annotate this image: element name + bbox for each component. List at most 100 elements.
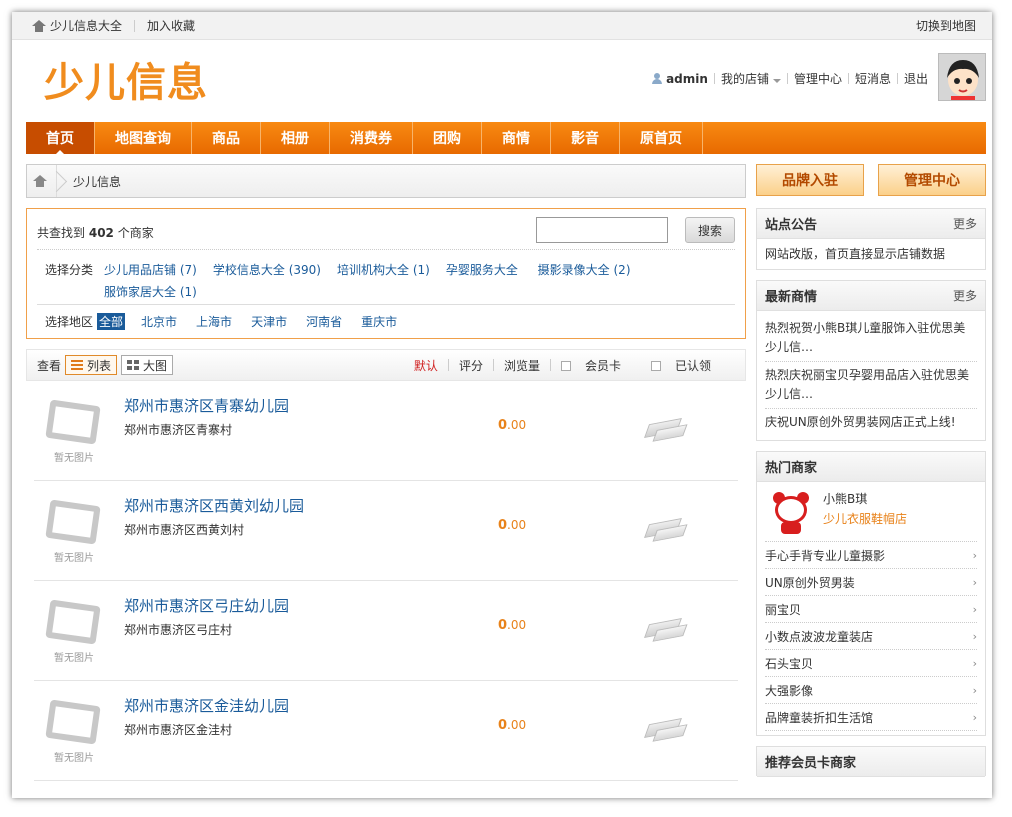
shop-score: 0.00 [498, 718, 526, 733]
shop-name-link[interactable]: 郑州市惠济区弓庄幼儿园 [124, 595, 289, 616]
chevron-right-icon: › [972, 602, 977, 616]
hot-shop-item[interactable]: 手心手背专业儿童摄影 › [765, 542, 977, 569]
featured-shop[interactable]: 小熊B琪 少儿衣服鞋帽店 [765, 482, 977, 542]
no-image-icon [45, 599, 101, 645]
header: 少儿信息 admin 我的店铺 管理中心 短消息 退出 [12, 40, 992, 122]
divider [896, 73, 898, 84]
add-favorite-link[interactable]: 加入收藏 [147, 17, 195, 34]
member-card-icon [646, 417, 682, 439]
hot-shop-item[interactable]: 石头宝贝 › [765, 650, 977, 677]
news-item[interactable]: 热烈祝贺小熊B琪儿童服饰入驻优思美少儿信… [765, 315, 977, 362]
notice-item[interactable]: 网站改版，首页直接显示店铺数据 [765, 243, 977, 265]
category-link[interactable]: 学校信息大全 (390) [213, 263, 321, 277]
news-item[interactable]: 热烈庆祝丽宝贝孕婴用品店入驻优思美少儿信… [765, 362, 977, 409]
member-card-icon [646, 617, 682, 639]
nav-item-3[interactable]: 相册 [261, 122, 330, 154]
chevron-right-icon: › [972, 656, 977, 670]
category-filter: 选择分类 少儿用品店铺 (7) 学校信息大全 (390) 培训机构大全 (1) 孕婴服… [45, 259, 725, 303]
nav-item-2[interactable]: 商品 [192, 122, 261, 154]
sidebar-buttons: 品牌入驻 管理中心 [756, 164, 986, 196]
shop-thumbnail[interactable]: 暂无图片 [42, 497, 106, 564]
area-link[interactable]: 上海市 [196, 313, 232, 330]
shop-thumbnail[interactable]: 暂无图片 [42, 597, 106, 664]
search-button[interactable]: 搜索 [685, 217, 735, 243]
logout-link[interactable]: 退出 [904, 70, 928, 87]
shop-thumbnail[interactable]: 暂无图片 [42, 397, 106, 464]
recommend-header: 推荐会员卡商家 [757, 747, 985, 777]
chevron-down-icon [772, 79, 781, 83]
count-suffix: 个商家 [117, 226, 154, 240]
notice-header: 站点公告 更多 [757, 209, 985, 239]
area-link[interactable]: 天津市 [251, 313, 287, 330]
hot-shop-item[interactable]: 品牌童装折扣生活馆 › [765, 704, 977, 731]
hot-shop-item[interactable]: 小数点波波龙童装店 › [765, 623, 977, 650]
category-link[interactable]: 少儿用品店铺 (7) [104, 263, 197, 277]
manage-center-button[interactable]: 管理中心 [878, 164, 986, 196]
shop-name-link[interactable]: 郑州市惠济区西黄刘幼儿园 [124, 495, 304, 516]
sort-rating[interactable]: 评分 [459, 357, 483, 374]
site-logo[interactable]: 少儿信息 [44, 60, 208, 106]
nav-item-4[interactable]: 消费券 [330, 122, 413, 154]
avatar[interactable] [938, 53, 986, 101]
featured-shop-category[interactable]: 少儿衣服鞋帽店 [823, 510, 907, 527]
featured-shop-name: 小熊B琪 [823, 492, 868, 506]
username-link[interactable]: admin [666, 72, 708, 86]
hot-shop-item[interactable]: UN原创外贸男装 › [765, 569, 977, 596]
list-view-button[interactable]: 列表 [65, 355, 118, 375]
shop-thumbnail[interactable]: 暂无图片 [42, 697, 106, 764]
grid-view-button[interactable]: 大图 [121, 355, 174, 375]
sidebar: 品牌入驻 管理中心 站点公告 更多 网站改版，首页直接显示店铺数据 最新商情 更多 … [756, 164, 986, 777]
category-name: 摄影录像大全 [537, 263, 610, 277]
my-shop-menu[interactable]: 我的店铺 [721, 70, 781, 87]
switch-to-map-link[interactable]: 切换到地图 [916, 17, 976, 34]
category-label: 选择分类 [45, 263, 94, 277]
no-image-caption: 暂无图片 [54, 653, 94, 664]
area-link[interactable]: 全部 [97, 313, 126, 330]
nav-item-1[interactable]: 地图查询 [95, 122, 192, 154]
area-link[interactable]: 北京市 [141, 313, 177, 330]
nav-item-7[interactable]: 影音 [551, 122, 620, 154]
news-title: 最新商情 [765, 290, 818, 305]
verified-checkbox[interactable] [650, 360, 661, 371]
category-link[interactable]: 服饰家居大全 (1) [104, 285, 197, 299]
verified-filter[interactable]: 已认领 [650, 357, 721, 374]
news-item[interactable]: 庆祝UN原创外贸男装网店正式上线! [765, 409, 977, 436]
no-image-caption: 暂无图片 [54, 453, 94, 464]
search-input[interactable] [536, 217, 668, 243]
nav-item-8[interactable]: 原首页 [620, 122, 703, 154]
category-name: 学校信息大全 [212, 263, 285, 277]
member-card-icon [646, 517, 682, 539]
panda-logo-icon [771, 488, 811, 534]
manage-center-link[interactable]: 管理中心 [794, 70, 842, 87]
recommend-title: 推荐会员卡商家 [765, 756, 857, 771]
brand-join-button[interactable]: 品牌入驻 [756, 164, 864, 196]
member-card-checkbox[interactable] [560, 360, 571, 371]
area-link[interactable]: 重庆市 [361, 313, 397, 330]
nav-item-5[interactable]: 团购 [413, 122, 482, 154]
news-more-link[interactable]: 更多 [953, 287, 977, 304]
score-decimal: .00 [507, 718, 527, 732]
shop-address: 郑州市惠济区西黄刘村 [124, 523, 245, 537]
news-list: 热烈祝贺小熊B琪儿童服饰入驻优思美少儿信… 热烈庆祝丽宝贝孕婴用品店入驻优思美少儿… [757, 311, 985, 440]
hot-shop-item[interactable]: 大强影像 › [765, 677, 977, 704]
area-link[interactable]: 河南省 [306, 313, 342, 330]
shop-name-link[interactable]: 郑州市惠济区金洼幼儿园 [124, 695, 289, 716]
category-link[interactable]: 培训机构大全 (1) [337, 263, 430, 277]
member-card-filter[interactable]: 会员卡 [560, 357, 631, 374]
nav-item-0[interactable]: 首页 [26, 122, 95, 154]
shop-row: 暂无图片 郑州市惠济区金洼幼儿园 郑州市惠济区金洼村 0.00 [34, 681, 738, 781]
nav-item-6[interactable]: 商情 [482, 122, 551, 154]
shop-row: 暂无图片 郑州市惠济区弓庄幼儿园 郑州市惠济区弓庄村 0.00 [34, 581, 738, 681]
no-image-icon [45, 699, 101, 745]
hot-shops-list: 小熊B琪 少儿衣服鞋帽店 手心手背专业儿童摄影 › UN原创外贸男装 › 丽宝贝 › 小数点… [757, 482, 985, 735]
category-count: (1) [412, 263, 430, 277]
category-link[interactable]: 孕婴服务大全 [446, 263, 522, 277]
sort-default[interactable]: 默认 [414, 357, 438, 374]
shop-name-link[interactable]: 郑州市惠济区青寨幼儿园 [124, 395, 289, 416]
messages-link[interactable]: 短消息 [855, 70, 891, 87]
notice-more-link[interactable]: 更多 [953, 215, 977, 232]
category-link[interactable]: 摄影录像大全 (2) [538, 263, 631, 277]
home-link[interactable]: 少儿信息大全 [50, 17, 122, 34]
sort-views[interactable]: 浏览量 [504, 357, 540, 374]
hot-shop-item[interactable]: 丽宝贝 › [765, 596, 977, 623]
